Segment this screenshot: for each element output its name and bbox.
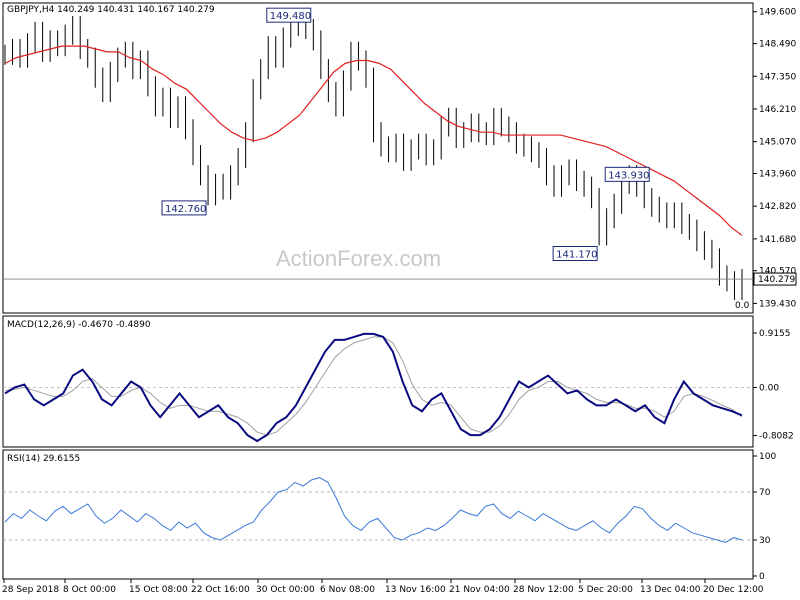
macd-pane-title: MACD(12,26,9) -0.4670 -0.4890 bbox=[7, 320, 151, 330]
x-axis-label: 28 Sep 2018 bbox=[2, 585, 59, 595]
x-axis-label: 13 Dec 04:00 bbox=[640, 585, 701, 595]
macd-axis-label: 0.9155 bbox=[759, 329, 791, 339]
x-axis-label: 15 Oct 08:00 bbox=[129, 585, 188, 595]
rsi-axis-label: 100 bbox=[759, 452, 776, 462]
price-axis-label: 149.600 bbox=[759, 8, 796, 18]
x-axis-label: 13 Nov 16:00 bbox=[385, 585, 446, 595]
price-annotation: 149.480 bbox=[266, 7, 312, 23]
x-axis-label: 5 Dec 20:00 bbox=[578, 585, 633, 595]
price-axis-label: 146.210 bbox=[759, 105, 796, 115]
rsi-axis-label: 0 bbox=[759, 572, 765, 582]
price-axis-label: 147.350 bbox=[759, 72, 796, 82]
price-annotation-label: 143.930 bbox=[608, 170, 649, 181]
price-axis-label: 142.820 bbox=[759, 202, 796, 212]
price-annotation-label: 142.760 bbox=[165, 204, 206, 215]
x-axis-label: 28 Nov 12:00 bbox=[513, 585, 574, 595]
price-annotation: 142.760 bbox=[161, 200, 207, 216]
x-axis-label: 6 Nov 08:00 bbox=[320, 585, 375, 595]
x-axis-label: 22 Oct 16:00 bbox=[191, 585, 250, 595]
price-annotation-label: 141.170 bbox=[556, 250, 597, 261]
price-pane-title: GBPJPY,H4 140.249 140.431 140.167 140.27… bbox=[7, 5, 215, 15]
rsi-axis-label: 30 bbox=[759, 536, 771, 546]
rsi-pane-title: RSI(14) 29.6155 bbox=[7, 454, 80, 464]
macd-axis-label: 0.00 bbox=[759, 383, 779, 393]
x-axis-label: 21 Nov 04:00 bbox=[449, 585, 510, 595]
chart-background bbox=[0, 0, 800, 600]
price-axis-label: 141.680 bbox=[759, 235, 796, 245]
price-axis-label: 143.960 bbox=[759, 169, 796, 179]
x-axis-label: 20 Dec 12:00 bbox=[703, 585, 764, 595]
rsi-axis-label: 70 bbox=[759, 488, 771, 498]
forex-chart: ActionForex.com 149.480 142.760 143.930 141… bbox=[0, 0, 800, 600]
x-axis-label: 8 Oct 00:00 bbox=[63, 585, 116, 595]
price-annotation-label: 149.480 bbox=[270, 11, 311, 22]
watermark: ActionForex.com bbox=[276, 246, 441, 271]
macd-axis-label: -0.8082 bbox=[759, 432, 794, 442]
last-price-tag: 140.279 bbox=[753, 272, 797, 286]
price-axis-label: 148.490 bbox=[759, 40, 796, 50]
price-annotation: 141.170 bbox=[552, 246, 598, 262]
price-axis-label: 145.070 bbox=[759, 138, 796, 148]
corner-label: 0.0 bbox=[735, 301, 750, 311]
price-axis-label: 139.430 bbox=[759, 299, 796, 309]
x-axis-label: 30 Oct 00:00 bbox=[256, 585, 315, 595]
last-price-tag-label: 140.279 bbox=[758, 275, 795, 285]
price-annotation: 143.930 bbox=[604, 166, 650, 182]
